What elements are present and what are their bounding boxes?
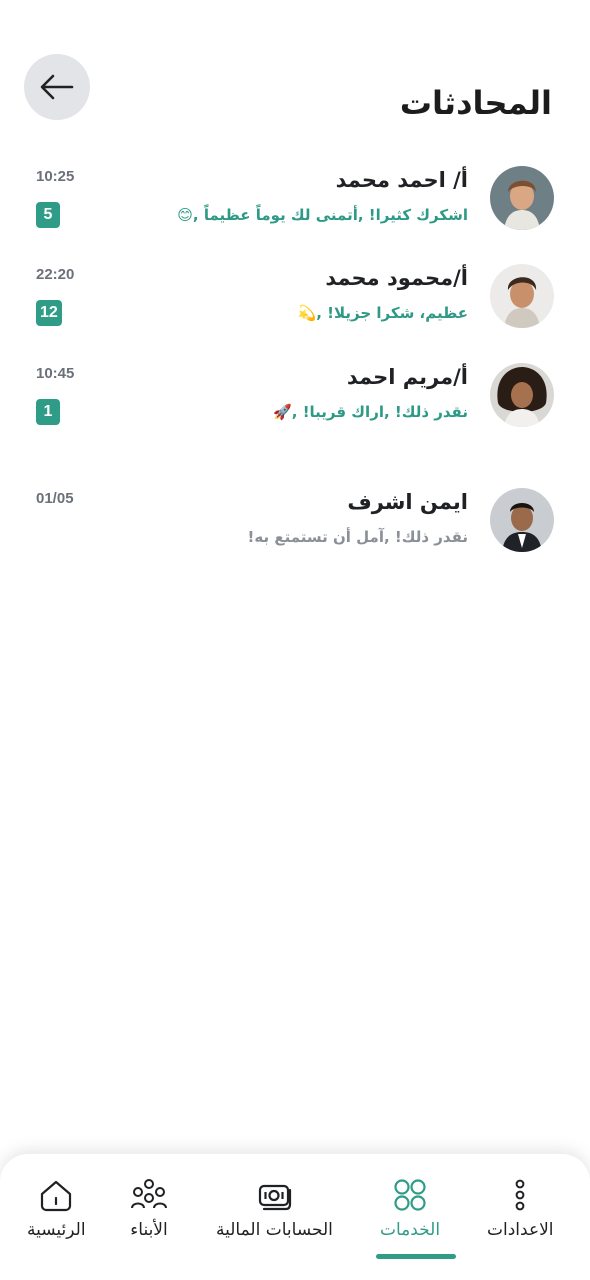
nav-label: الخدمات — [380, 1220, 441, 1240]
chat-last-message: نقدر ذلك! ,اراك قريبا! ,🚀 — [273, 403, 468, 421]
chat-name: أ/مريم احمد — [346, 365, 468, 389]
chats-screen: المحادثات أ/ احمد محمد اشكرك كثيرا! ,أتم… — [0, 0, 590, 1280]
money-icon — [259, 1184, 292, 1211]
unread-badge: 1 — [36, 399, 60, 425]
chat-item[interactable]: أ/محمود محمد عظيم، شكرا جزيلا! ,💫 22:20 … — [0, 264, 590, 334]
avatar — [490, 264, 554, 328]
chat-last-message: نقدر ذلك! ,آمل أن تستمتع به! — [247, 528, 468, 546]
chat-time: 10:45 — [36, 365, 75, 382]
avatar — [490, 488, 554, 552]
nav-label: الاعدادات — [487, 1220, 554, 1240]
nav-item-services[interactable]: الخدمات — [380, 1178, 440, 1240]
chat-name: أ/محمود محمد — [325, 266, 468, 290]
nav-label: الحسابات المالية — [216, 1220, 333, 1240]
arrow-left-icon — [40, 74, 74, 100]
chat-item[interactable]: أ/مريم احمد نقدر ذلك! ,اراك قريبا! ,🚀 10… — [0, 363, 590, 433]
page-title: المحادثات — [399, 84, 552, 122]
home-icon — [41, 1180, 72, 1212]
chat-last-message: اشكرك كثيرا! ,أتمنى لك يوماً عظيماً ,😊 — [177, 206, 468, 224]
more-vertical-icon — [515, 1179, 525, 1211]
back-button[interactable] — [24, 54, 90, 120]
nav-item-children[interactable]: الأبناء — [130, 1178, 168, 1240]
bottom-nav: الاعدادات الخدمات الحسابات المالية الأبن… — [0, 1154, 590, 1280]
chat-item[interactable]: أ/ احمد محمد اشكرك كثيرا! ,أتمنى لك يوما… — [0, 166, 590, 236]
chat-time: 10:25 — [36, 168, 75, 185]
people-icon — [131, 1179, 167, 1209]
chat-time: 01/05 — [36, 490, 74, 507]
chat-item[interactable]: ايمن اشرف نقدر ذلك! ,آمل أن تستمتع به! 0… — [0, 488, 590, 558]
nav-item-home[interactable]: الرئيسية — [27, 1178, 86, 1240]
nav-label: الرئيسية — [27, 1220, 86, 1240]
nav-item-settings[interactable]: الاعدادات — [487, 1178, 554, 1240]
nav-label: الأبناء — [130, 1220, 168, 1240]
chat-name: ايمن اشرف — [347, 490, 468, 514]
unread-badge: 12 — [36, 300, 62, 326]
avatar — [490, 363, 554, 427]
avatar — [490, 166, 554, 230]
nav-item-financial-accounts[interactable]: الحسابات المالية — [216, 1178, 333, 1240]
active-tab-indicator — [376, 1254, 456, 1259]
chat-name: أ/ احمد محمد — [335, 168, 468, 192]
chat-time: 22:20 — [36, 266, 75, 283]
unread-badge: 5 — [36, 202, 60, 228]
chat-last-message: عظيم، شكرا جزيلا! ,💫 — [297, 304, 468, 322]
grid-icon — [394, 1179, 426, 1211]
